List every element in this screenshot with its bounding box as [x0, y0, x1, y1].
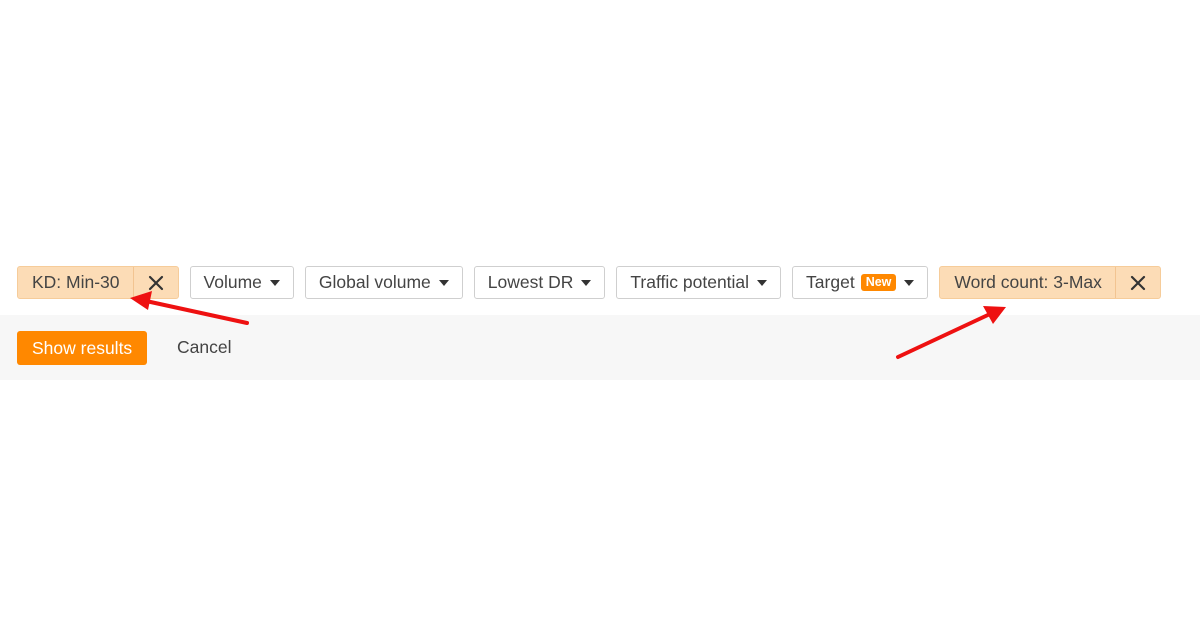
caret-down-icon: [269, 279, 280, 286]
filter-actions-panel: Show results Cancel: [0, 315, 1200, 380]
dropdown-global-volume[interactable]: Global volume: [304, 266, 463, 299]
close-icon: [1130, 275, 1146, 290]
caret-down-icon: [581, 279, 592, 286]
filter-chip-kd[interactable]: KD: Min-30: [17, 266, 179, 299]
filter-chip-label[interactable]: KD: Min-30: [18, 267, 133, 298]
dropdown-label: Global volume: [318, 272, 431, 292]
caret-down-icon: [438, 279, 449, 286]
remove-filter-button[interactable]: [1114, 267, 1160, 298]
dropdown-target[interactable]: Target New: [792, 266, 929, 299]
remove-filter-button[interactable]: [132, 267, 178, 298]
filter-bar: KD: Min-30 Volume Global volume Lowest D…: [17, 266, 1172, 299]
dropdown-lowest-dr[interactable]: Lowest DR: [473, 266, 606, 299]
dropdown-label: Traffic potential: [630, 272, 750, 292]
filter-chip-label[interactable]: Word count: 3-Max: [940, 267, 1115, 298]
dropdown-label: Volume: [203, 272, 262, 292]
show-results-button[interactable]: Show results: [17, 331, 148, 365]
close-icon: [148, 275, 163, 290]
cancel-button[interactable]: Cancel: [177, 337, 231, 358]
dropdown-traffic-potential[interactable]: Traffic potential: [616, 266, 782, 299]
caret-down-icon: [904, 279, 915, 286]
new-badge: New: [860, 274, 897, 291]
filter-chip-word-count[interactable]: Word count: 3-Max: [939, 266, 1161, 299]
dropdown-volume[interactable]: Volume: [189, 266, 294, 299]
caret-down-icon: [757, 279, 768, 286]
dropdown-label: Lowest DR: [487, 272, 574, 292]
dropdown-label: Target: [806, 272, 855, 292]
